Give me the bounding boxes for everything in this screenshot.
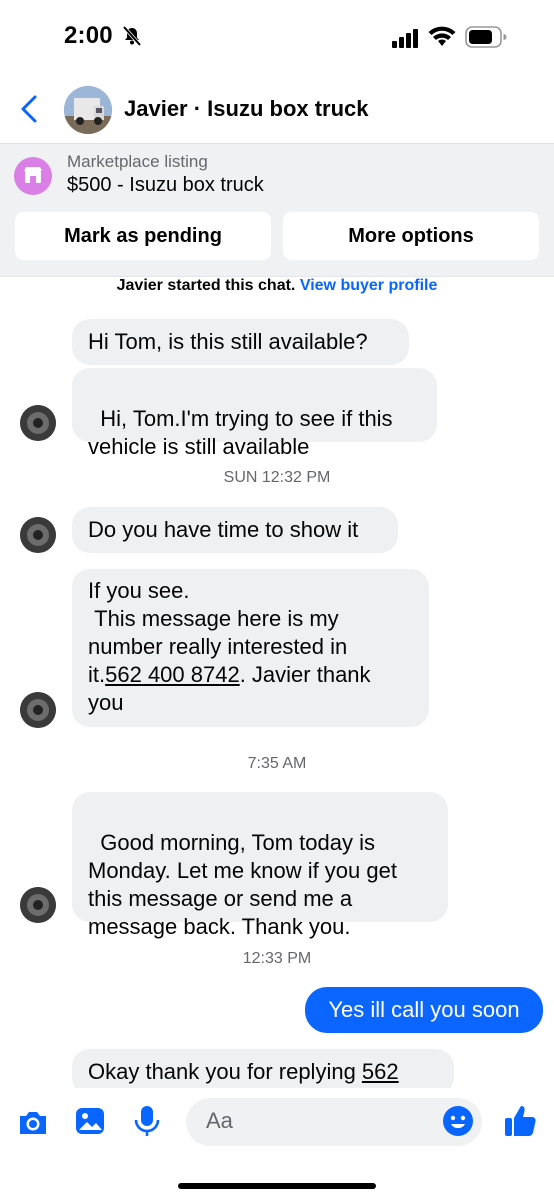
sender-avatar[interactable] bbox=[20, 405, 56, 441]
phone-number-link[interactable]: 562 400 8742 bbox=[105, 662, 240, 687]
mark-as-pending-button[interactable]: Mark as pending bbox=[15, 212, 271, 260]
incoming-message[interactable]: Good morning, Tom today is Monday. Let m… bbox=[72, 792, 448, 939]
message-text: Do you have time to show it bbox=[88, 517, 359, 542]
message-text: Hi Tom, is this still available? bbox=[88, 329, 368, 354]
avatar[interactable] bbox=[64, 86, 112, 134]
incoming-message[interactable]: Hi, Tom.I'm trying to see if this vehicl… bbox=[72, 368, 437, 459]
incoming-message[interactable]: Do you have time to show it bbox=[72, 507, 398, 553]
wifi-icon bbox=[428, 26, 456, 46]
back-chevron-icon[interactable] bbox=[18, 94, 42, 124]
listing-label: Marketplace listing bbox=[67, 152, 208, 171]
incoming-message[interactable]: If you see. This message here is my numb… bbox=[72, 569, 429, 727]
timestamp: 7:35 AM bbox=[247, 755, 307, 772]
emoji-icon[interactable] bbox=[442, 1105, 474, 1137]
status-time: 2:00 bbox=[64, 22, 113, 49]
listing-title[interactable]: $500 - Isuzu box truck bbox=[67, 174, 264, 197]
sender-avatar[interactable] bbox=[20, 692, 56, 728]
message-text: Good morning, Tom today is Monday. Let m… bbox=[88, 830, 397, 939]
sender-avatar[interactable] bbox=[20, 887, 56, 923]
view-buyer-profile-link[interactable]: View buyer profile bbox=[300, 277, 438, 294]
incoming-message[interactable]: Hi Tom, is this still available? bbox=[72, 319, 409, 365]
truck-photo bbox=[64, 86, 112, 134]
home-indicator bbox=[178, 1183, 376, 1189]
more-options-button[interactable]: More options bbox=[283, 212, 539, 260]
photo-icon[interactable] bbox=[73, 1104, 107, 1138]
message-text: Hi, Tom.I'm trying to see if this vehicl… bbox=[88, 406, 393, 459]
message-input-placeholder: Aa bbox=[206, 1108, 233, 1133]
message-text: Yes ill call you soon bbox=[328, 997, 520, 1022]
store-icon bbox=[14, 157, 52, 195]
started-text: Javier started this chat. bbox=[116, 277, 296, 294]
microphone-icon[interactable] bbox=[130, 1104, 164, 1138]
sender-avatar[interactable] bbox=[20, 517, 56, 553]
chat-started-notice: Javier started this chat. View buyer pro… bbox=[0, 277, 554, 295]
outgoing-message[interactable]: Yes ill call you soon bbox=[305, 987, 543, 1033]
signal-icon bbox=[392, 29, 418, 48]
battery-icon bbox=[465, 26, 507, 48]
timestamp: 12:33 PM bbox=[242, 950, 312, 967]
like-icon[interactable] bbox=[503, 1102, 537, 1138]
camera-icon[interactable] bbox=[16, 1106, 50, 1140]
phone-number-link[interactable]: 562 bbox=[362, 1059, 399, 1084]
bell-slash-icon bbox=[122, 25, 142, 47]
chat-title[interactable]: Javier · Isuzu box truck bbox=[124, 96, 369, 122]
message-text: Okay thank you for replying bbox=[88, 1059, 362, 1084]
timestamp: SUN 12:32 PM bbox=[223, 469, 331, 486]
